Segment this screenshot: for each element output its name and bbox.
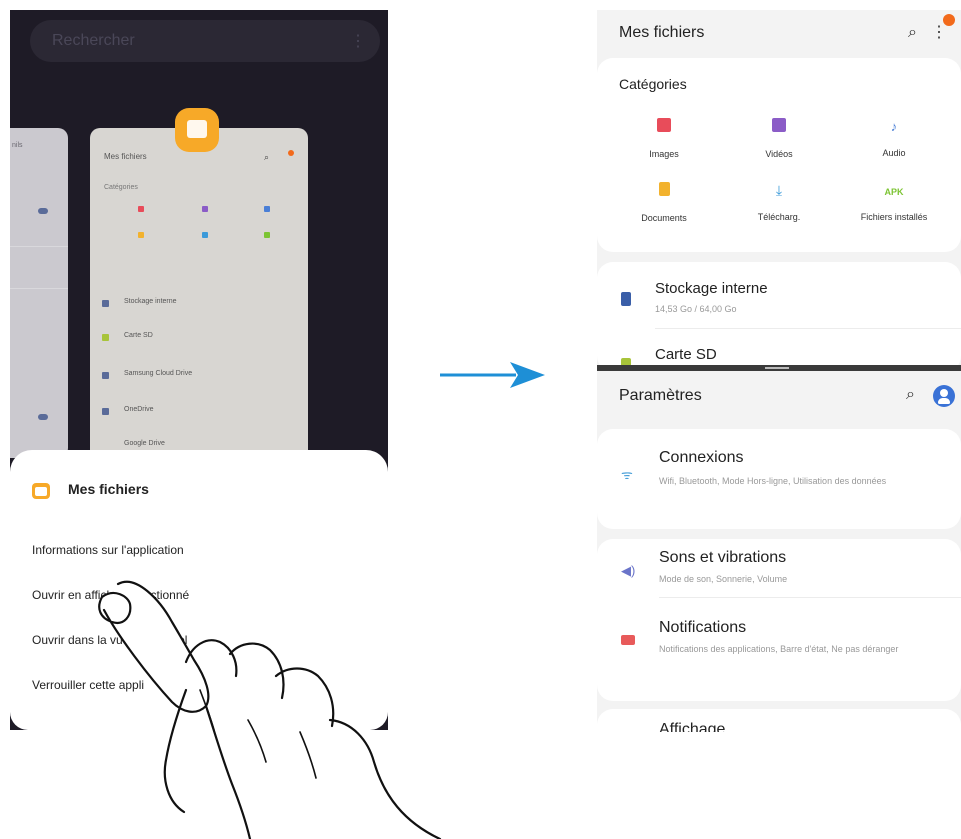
download-icon: ⤓ <box>775 182 783 198</box>
search-bar[interactable]: Rechercher ⋮ <box>30 20 380 62</box>
apk-icon: APK <box>884 187 904 197</box>
storage-item: OneDrive <box>124 406 154 413</box>
left-phone-screen: Rechercher ⋮ nils Mes fichiers Catégorie… <box>10 10 388 730</box>
recent-app-card-my-files[interactable]: Mes fichiers Catégories Stockage interne… <box>90 128 308 468</box>
category-label: Audio <box>882 148 906 158</box>
music-icon: ♪ <box>890 119 898 134</box>
folder-icon <box>187 120 207 138</box>
document-icon <box>138 232 144 238</box>
divider <box>10 246 68 247</box>
document-icon <box>658 182 670 196</box>
categories-card: Catégories Images Vidéos ♪ Audio Documen… <box>597 58 961 252</box>
wifi-icon: ᯤ <box>621 467 633 482</box>
notification-badge <box>943 14 955 26</box>
category-label: Images <box>649 149 679 159</box>
category-videos[interactable]: Vidéos <box>724 118 834 159</box>
search-icon[interactable]: ⌕ <box>906 386 915 404</box>
category-documents[interactable]: Documents <box>609 182 719 223</box>
settings-item-subtitle: Mode de son, Sonnerie, Volume <box>659 574 788 584</box>
app-title: Paramètres <box>619 387 702 404</box>
storage-item: Samsung Cloud Drive <box>124 370 193 377</box>
arrow-right-icon <box>440 362 545 388</box>
storage-name: Stockage interne <box>655 280 768 297</box>
account-icon[interactable] <box>933 385 955 407</box>
phone-storage-icon <box>621 292 631 306</box>
recent-card-categories: Catégories <box>104 184 138 191</box>
settings-card: ◀) Sons et vibrations Mode de son, Sonne… <box>597 539 961 701</box>
my-files-app-icon <box>32 483 50 499</box>
notification-dot-icon <box>288 150 294 156</box>
download-icon <box>202 232 208 238</box>
phone-storage-icon <box>102 300 109 307</box>
volume-icon: ◀) <box>621 563 636 578</box>
settings-item-title: Affichage <box>659 721 726 732</box>
menu-item-pop-up-view[interactable]: Ouvrir dans la vue contextuel <box>32 633 187 647</box>
settings-item-title: Sons et vibrations <box>659 549 787 566</box>
settings-card: ᯤ Connexions Wifi, Bluetooth, Mode Hors-… <box>597 429 961 529</box>
storage-name: Carte SD <box>655 346 717 363</box>
category-audio[interactable]: ♪ Audio <box>839 118 949 159</box>
categories-heading: Catégories <box>619 76 687 92</box>
search-input[interactable]: Rechercher <box>52 32 135 50</box>
storage-card: Stockage interne 14,53 Go / 64,00 Go Car… <box>597 262 961 372</box>
music-icon <box>264 206 270 212</box>
recent-card-title: nils <box>12 142 23 149</box>
recent-card-title: Mes fichiers <box>104 152 147 161</box>
category-label: Télécharg. <box>757 212 801 222</box>
apk-icon <box>264 232 270 238</box>
video-icon <box>202 206 208 212</box>
image-icon <box>657 118 671 132</box>
recent-app-card-settings[interactable]: nils <box>10 128 68 458</box>
popup-app-name: Mes fichiers <box>68 481 149 497</box>
storage-usage: 14,53 Go / 64,00 Go <box>655 304 737 314</box>
my-files-app-icon[interactable] <box>175 108 219 152</box>
menu-item-split-screen[interactable]: Ouvrir en affichage fractionné <box>32 588 189 602</box>
settings-item-title: Connexions <box>659 449 744 466</box>
settings-card: Affichage <box>597 709 961 732</box>
search-icon[interactable]: ⌕ <box>908 24 917 42</box>
image-icon <box>138 206 144 212</box>
more-vertical-icon[interactable]: ⋮ <box>350 31 366 51</box>
category-images[interactable]: Images <box>609 118 719 159</box>
cloud-icon <box>102 372 109 379</box>
divider <box>10 288 68 289</box>
category-downloads[interactable]: ⤓ Télécharg. <box>724 182 834 222</box>
right-phone-screen: Mes fichiers ⌕ ⋮ Catégories Images Vidéo… <box>597 10 961 732</box>
more-vertical-icon[interactable]: ⋮ <box>931 22 947 42</box>
search-icon: ⌕ <box>264 152 270 162</box>
storage-item: Carte SD <box>124 332 153 339</box>
divider <box>655 328 961 329</box>
split-window-top: Mes fichiers ⌕ ⋮ Catégories Images Vidéo… <box>597 10 961 372</box>
settings-item-title: Notifications <box>659 619 747 636</box>
divider-handle[interactable] <box>765 367 789 369</box>
settings-item-subtitle: Notifications des applications, Barre d'… <box>659 644 899 654</box>
app-title: Mes fichiers <box>619 24 705 41</box>
toggle-icon <box>38 208 48 214</box>
category-label: Fichiers installés <box>860 212 928 222</box>
divider <box>659 597 961 598</box>
split-window-bottom: Paramètres ⌕ ᯤ Connexions Wifi, Bluetoot… <box>597 371 961 732</box>
sd-card-icon <box>102 334 109 341</box>
toggle-icon <box>38 414 48 420</box>
app-options-popup: Mes fichiers Informations sur l'applicat… <box>10 450 388 730</box>
storage-item: Stockage interne <box>124 298 177 305</box>
category-label: Vidéos <box>765 149 793 159</box>
menu-item-lock-app[interactable]: Verrouiller cette appli <box>32 678 144 692</box>
settings-item-subtitle: Wifi, Bluetooth, Mode Hors-ligne, Utilis… <box>659 476 887 486</box>
category-installed-files[interactable]: APK Fichiers installés <box>839 182 949 222</box>
onedrive-icon <box>102 408 109 415</box>
notification-icon <box>621 635 635 645</box>
category-label: Documents <box>641 213 687 223</box>
menu-item-app-info[interactable]: Informations sur l'application <box>32 543 184 557</box>
video-icon <box>772 118 786 132</box>
storage-item: Google Drive <box>124 440 165 447</box>
